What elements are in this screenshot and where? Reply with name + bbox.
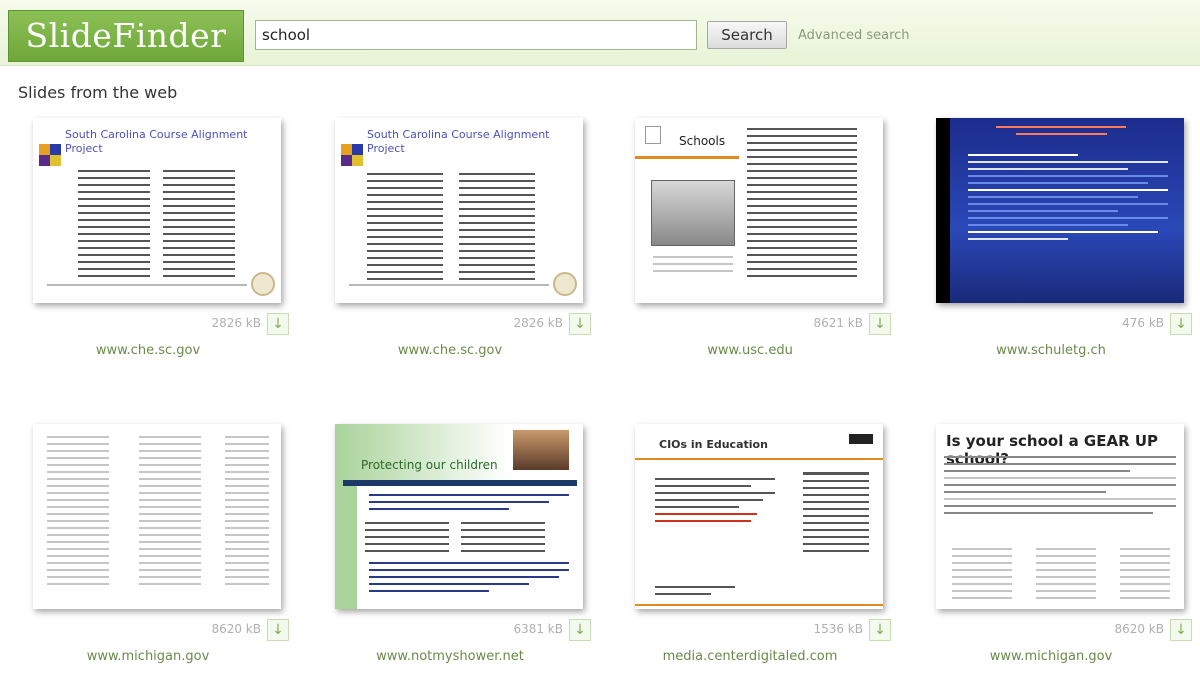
section-title: Slides from the web (18, 83, 178, 102)
file-size: 8620 kB (211, 622, 261, 636)
result-card[interactable]: Schools 8621 kB ↓ www.usc.edu (635, 118, 891, 378)
slide-text (369, 562, 569, 597)
top-bar: SlideFinder Search Advanced search (0, 0, 1200, 66)
search-button[interactable]: Search (707, 21, 787, 49)
result-card[interactable]: South Carolina Course Alignment Project … (33, 118, 289, 378)
children-photo (513, 430, 569, 470)
advanced-search-link[interactable]: Advanced search (798, 28, 910, 43)
file-size: 2826 kB (513, 316, 563, 330)
download-arrow-icon[interactable]: ↓ (569, 313, 591, 335)
download-arrow-icon[interactable]: ↓ (267, 313, 289, 335)
slide-text (1120, 548, 1170, 604)
divider (47, 284, 247, 286)
source-link[interactable]: www.che.sc.gov (33, 343, 263, 358)
source-link[interactable]: www.michigan.gov (936, 649, 1166, 664)
slide-text (47, 436, 109, 590)
download-arrow-icon[interactable]: ↓ (569, 619, 591, 641)
thumb-title: Schools (679, 134, 726, 148)
result-card[interactable]: Protecting our children 6381 kB ↓ www.no… (335, 424, 591, 684)
slide-heading (996, 126, 1126, 140)
result-card[interactable]: 476 kB ↓ www.schuletg.ch (936, 118, 1192, 378)
accent-bar (635, 604, 883, 606)
file-size: 8621 kB (813, 316, 863, 330)
accent-bar (635, 156, 739, 159)
slide-text (803, 472, 869, 557)
source-link[interactable]: www.schuletg.ch (936, 343, 1166, 358)
photo-caption (653, 256, 733, 277)
file-size: 6381 kB (513, 622, 563, 636)
download-arrow-icon[interactable]: ↓ (267, 619, 289, 641)
source-link[interactable]: www.che.sc.gov (335, 343, 565, 358)
source-link[interactable]: media.centerdigitaled.com (635, 649, 865, 664)
slide-text (365, 522, 449, 557)
slide-thumbnail[interactable]: Protecting our children (335, 424, 583, 609)
slide-text (139, 436, 201, 590)
slide-text (367, 173, 443, 285)
crest-icon (645, 126, 661, 144)
result-card[interactable]: South Carolina Course Alignment Project … (335, 118, 591, 378)
cube-logo-icon (341, 144, 363, 166)
slide-thumbnail[interactable] (936, 118, 1184, 303)
slide-thumbnail[interactable]: South Carolina Course Alignment Project (335, 118, 583, 303)
building-photo (651, 180, 735, 246)
seal-icon (553, 272, 577, 296)
slide-text (461, 522, 545, 557)
slide-text (163, 170, 235, 282)
result-card[interactable]: 8620 kB ↓ www.michigan.gov (33, 424, 289, 684)
brand-logo-icon (849, 434, 873, 444)
thumb-title: South Carolina Course Alignment Project (65, 128, 248, 155)
download-arrow-icon[interactable]: ↓ (869, 619, 891, 641)
download-arrow-icon[interactable]: ↓ (1170, 619, 1192, 641)
source-link[interactable]: www.usc.edu (635, 343, 865, 358)
slide-thumbnail[interactable]: Schools (635, 118, 883, 303)
download-arrow-icon[interactable]: ↓ (869, 313, 891, 335)
title-rule (343, 480, 577, 486)
result-card[interactable]: CIOs in Education 1536 kB ↓ media.center… (635, 424, 891, 684)
file-size: 1536 kB (813, 622, 863, 636)
slide-text (968, 154, 1168, 245)
cube-logo-icon (39, 144, 61, 166)
seal-icon (251, 272, 275, 296)
file-size: 8620 kB (1114, 622, 1164, 636)
thumb-title: CIOs in Education (659, 438, 768, 451)
slide-text (655, 586, 735, 600)
slide-text (1036, 548, 1096, 604)
slide-thumbnail[interactable]: Is your school a GEAR UP school? (936, 424, 1184, 609)
slide-thumbnail[interactable]: CIOs in Education (635, 424, 883, 609)
search-input[interactable] (255, 20, 697, 50)
thumb-title: South Carolina Course Alignment Project (367, 128, 550, 155)
slidefinder-logo[interactable]: SlideFinder (8, 10, 244, 62)
slide-sidebar (936, 118, 950, 303)
source-link[interactable]: www.michigan.gov (33, 649, 263, 664)
slide-thumbnail[interactable] (33, 424, 281, 609)
slide-text (944, 456, 1176, 519)
divider (349, 284, 549, 286)
download-arrow-icon[interactable]: ↓ (1170, 313, 1192, 335)
thumb-title: Protecting our children (361, 458, 498, 472)
slide-text (459, 173, 535, 285)
slide-text (655, 478, 775, 527)
file-size: 2826 kB (211, 316, 261, 330)
slide-thumbnail[interactable]: South Carolina Course Alignment Project (33, 118, 281, 303)
slide-text (225, 436, 269, 590)
slide-text (747, 128, 857, 282)
slide-text (78, 170, 150, 282)
accent-bar (635, 458, 883, 460)
source-link[interactable]: www.notmyshower.net (335, 649, 565, 664)
result-card[interactable]: Is your school a GEAR UP school? 8620 kB… (936, 424, 1192, 684)
file-size: 476 kB (1122, 316, 1164, 330)
slide-text (952, 548, 1012, 604)
slide-text (369, 494, 569, 515)
